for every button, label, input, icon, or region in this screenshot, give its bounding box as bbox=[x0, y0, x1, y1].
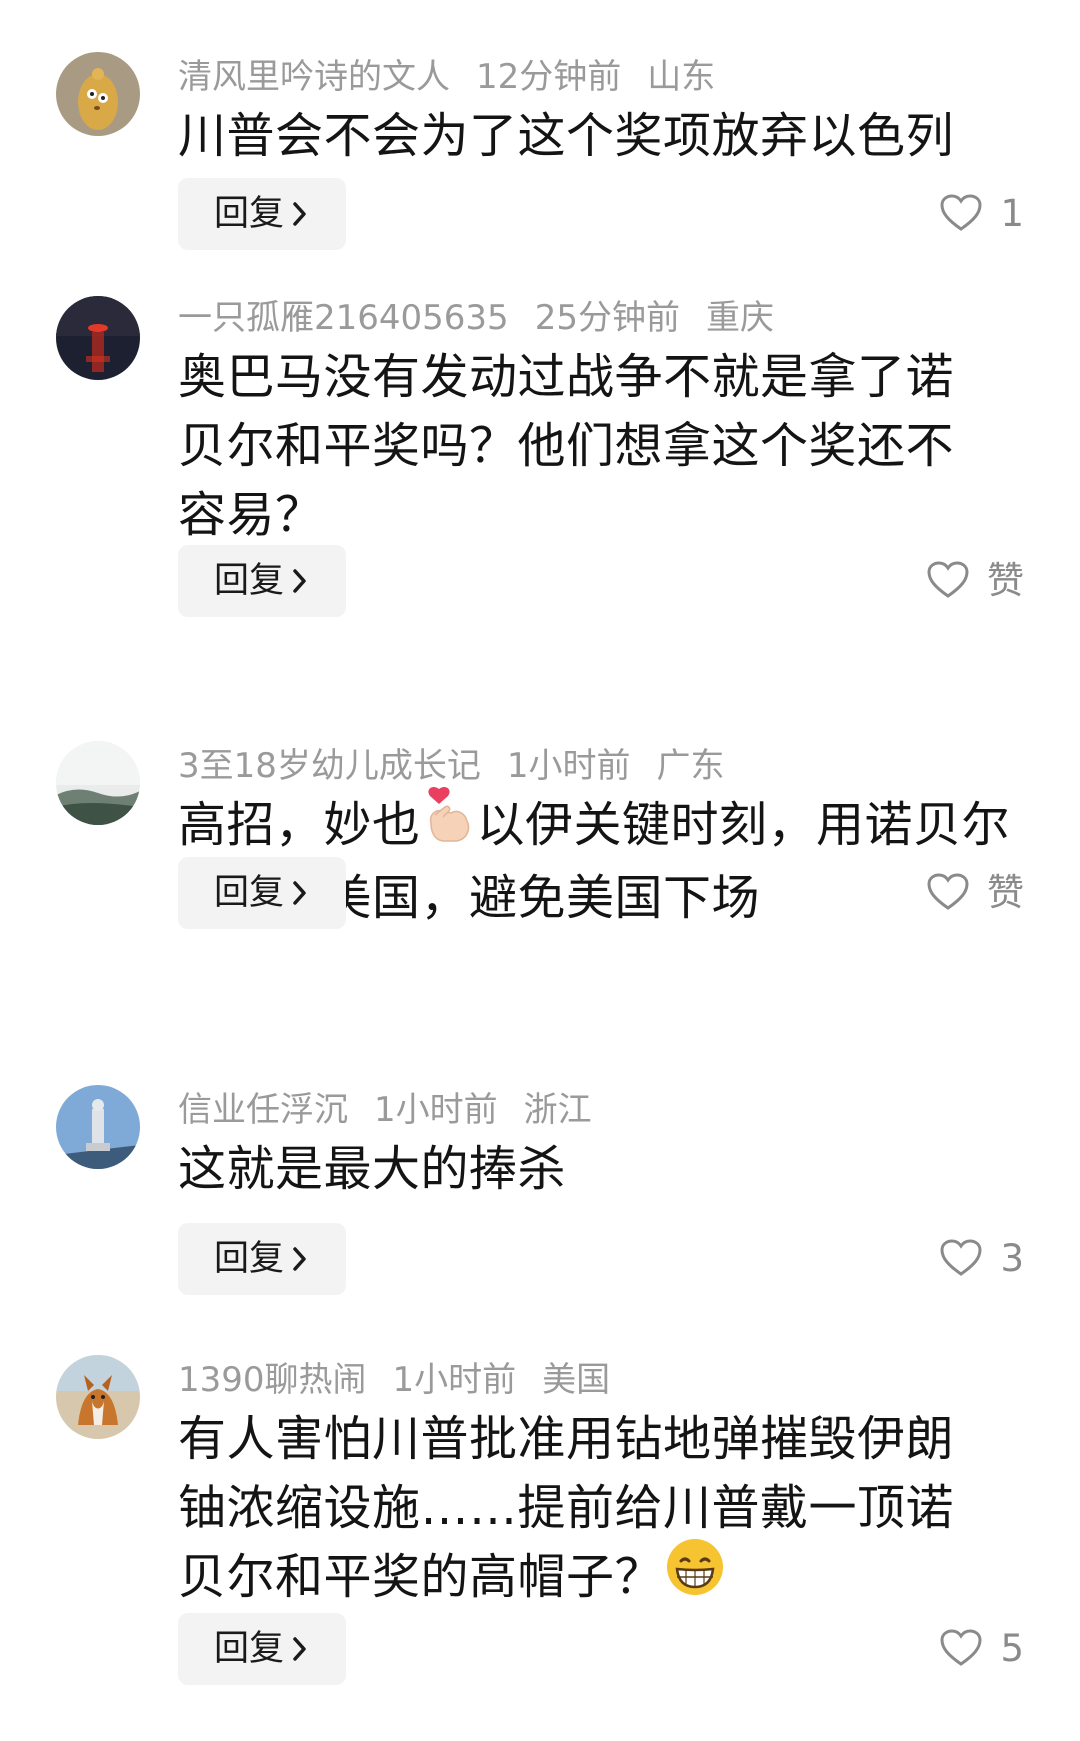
comment-meta: 信业任浮沉 1小时前 浙江 bbox=[178, 1085, 618, 1135]
chevron-right-icon bbox=[290, 545, 310, 642]
chevron-right-icon bbox=[290, 1613, 310, 1710]
reply-label: 回复 bbox=[214, 1239, 285, 1279]
location: 广东 bbox=[656, 746, 725, 786]
like-count: 1 bbox=[1000, 192, 1024, 235]
location: 浙江 bbox=[523, 1090, 592, 1130]
reply-button[interactable]: 回复 bbox=[178, 1613, 346, 1685]
timestamp: 1小时前 bbox=[506, 746, 631, 786]
heart-icon bbox=[927, 871, 987, 914]
username[interactable]: 一只孤雁216405635 bbox=[178, 298, 509, 338]
timestamp: 1小时前 bbox=[374, 1090, 498, 1130]
like-button[interactable]: 赞 bbox=[927, 857, 1024, 929]
location: 重庆 bbox=[705, 298, 774, 338]
reply-button[interactable]: 回复 bbox=[178, 857, 346, 929]
heart-icon bbox=[940, 1627, 1000, 1670]
heart-icon bbox=[940, 192, 1000, 235]
avatar[interactable] bbox=[56, 52, 140, 136]
location: 美国 bbox=[542, 1360, 611, 1400]
like-count: 3 bbox=[1000, 1237, 1024, 1280]
like-button[interactable]: 赞 bbox=[927, 545, 1024, 617]
reply-label: 回复 bbox=[214, 194, 285, 234]
username[interactable]: 清风里吟诗的文人 bbox=[178, 57, 450, 97]
heart-icon bbox=[927, 559, 987, 602]
like-button[interactable]: 5 bbox=[940, 1613, 1024, 1685]
chevron-right-icon bbox=[290, 857, 310, 954]
like-count: 赞 bbox=[987, 871, 1024, 914]
avatar[interactable] bbox=[56, 1085, 140, 1169]
comment-meta: 一只孤雁216405635 25分钟前 重庆 bbox=[178, 293, 800, 343]
reply-label: 回复 bbox=[214, 1629, 285, 1669]
like-button[interactable]: 3 bbox=[940, 1223, 1024, 1295]
comment-meta: 1390聊热闹 1小时前 美国 bbox=[178, 1355, 636, 1405]
timestamp: 1小时前 bbox=[392, 1360, 517, 1400]
avatar[interactable] bbox=[56, 741, 140, 825]
comment-text-part: 高招，妙也 bbox=[178, 797, 421, 853]
chevron-right-icon bbox=[290, 1223, 310, 1320]
comment-text: 奥巴马没有发动过战争不就是拿了诺贝尔和平奖吗？他们想拿这个奖还不容易？ bbox=[178, 349, 955, 543]
grinning-face-emoji-icon bbox=[663, 1537, 727, 1616]
avatar[interactable] bbox=[56, 1355, 140, 1439]
reply-button[interactable]: 回复 bbox=[178, 545, 346, 617]
comment-meta: 清风里吟诗的文人 12分钟前 山东 bbox=[178, 52, 741, 102]
comment-meta: 3至18岁幼儿成长记 1小时前 广东 bbox=[178, 741, 751, 791]
heart-icon bbox=[940, 1237, 1000, 1280]
timestamp: 25分钟前 bbox=[534, 298, 680, 338]
comment-text-part: 有人害怕川普批准用钻地弹摧毁伊朗铀浓缩设施……提前给川普戴一顶诺贝尔和平奖的高帽… bbox=[178, 1411, 955, 1605]
like-count: 赞 bbox=[987, 559, 1024, 602]
avatar[interactable] bbox=[56, 296, 140, 380]
username[interactable]: 1390聊热闹 bbox=[178, 1360, 367, 1400]
reply-label: 回复 bbox=[214, 873, 285, 913]
comment-text: 有人害怕川普批准用钻地弹摧毁伊朗铀浓缩设施……提前给川普戴一顶诺贝尔和平奖的高帽… bbox=[178, 1405, 978, 1616]
username[interactable]: 3至18岁幼儿成长记 bbox=[178, 746, 481, 786]
reply-button[interactable]: 回复 bbox=[178, 178, 346, 250]
location: 山东 bbox=[647, 57, 716, 97]
username[interactable]: 信业任浮沉 bbox=[178, 1090, 348, 1130]
finger-heart-emoji-icon bbox=[421, 785, 477, 864]
comment-text: 川普会不会为了这个奖项放弃以色列 bbox=[178, 108, 955, 164]
like-count: 5 bbox=[1000, 1627, 1024, 1670]
like-button[interactable]: 1 bbox=[940, 178, 1024, 250]
reply-label: 回复 bbox=[214, 561, 285, 601]
timestamp: 12分钟前 bbox=[476, 57, 622, 97]
reply-button[interactable]: 回复 bbox=[178, 1223, 346, 1295]
chevron-right-icon bbox=[290, 178, 310, 275]
comment-text: 这就是最大的捧杀 bbox=[178, 1141, 567, 1197]
